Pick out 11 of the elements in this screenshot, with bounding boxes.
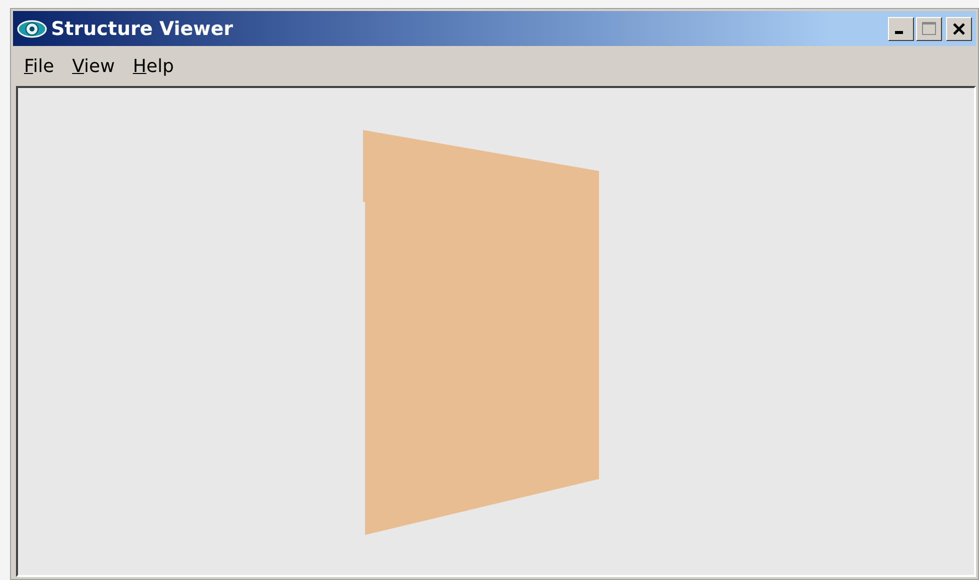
close-button[interactable]: [946, 16, 972, 40]
maximize-icon: [921, 20, 937, 36]
maximize-button[interactable]: [916, 16, 942, 40]
window-title: Structure Viewer: [51, 18, 234, 40]
menu-item[interactable]: Help: [124, 51, 183, 81]
app-icon: [17, 18, 47, 38]
close-icon: [951, 20, 967, 36]
minimize-button[interactable]: [888, 16, 914, 40]
menu-item[interactable]: View: [63, 51, 124, 81]
minimize-icon: [895, 31, 903, 34]
menu-item[interactable]: File: [15, 51, 64, 81]
